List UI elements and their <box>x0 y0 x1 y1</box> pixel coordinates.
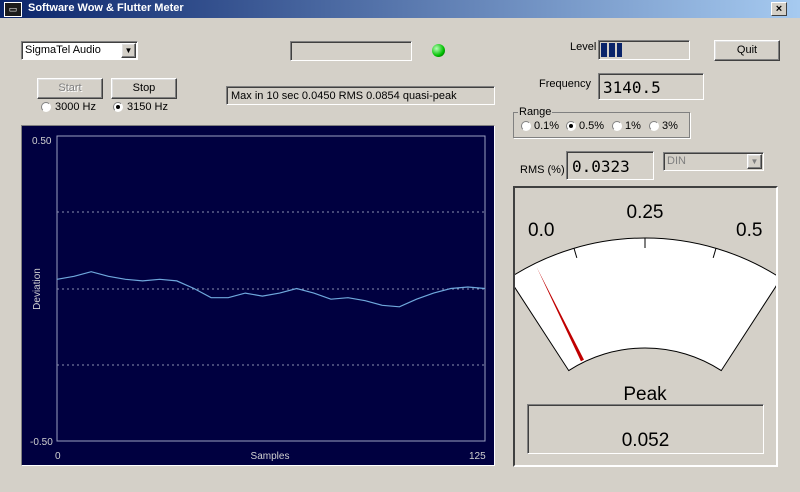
signal-indicator-icon <box>432 44 445 57</box>
y-tick-top: 0.50 <box>32 136 52 147</box>
radio-3150hz[interactable] <box>113 102 123 112</box>
status-text: Max in 10 sec 0.0450 RMS 0.0854 quasi-pe… <box>231 90 457 102</box>
close-button[interactable]: × <box>771 2 787 16</box>
rms-label: RMS (%) <box>520 164 565 176</box>
range-label: Range <box>518 106 553 118</box>
x-tick-right: 125 <box>469 451 486 462</box>
rms-value: 0.0323 <box>572 157 630 176</box>
level-meter-fill <box>601 43 622 57</box>
window-title: Software Wow & Flutter Meter <box>28 2 184 14</box>
y-tick-bottom: -0.50 <box>30 437 53 448</box>
radio-range-3-label: 3% <box>662 120 678 132</box>
peak-value: 0.052 <box>621 430 670 451</box>
frequency-value: 3140.5 <box>603 78 661 97</box>
level-label: Level <box>570 41 597 53</box>
meter-scale-label-max: 0.5 <box>736 220 762 241</box>
deviation-plot: 0.50 -0.50 0 125 Samples Deviation <box>21 125 495 466</box>
frequency-label: Frequency <box>539 78 591 90</box>
rms-display: 0.0323 <box>566 151 654 180</box>
radio-range-0-1[interactable] <box>521 121 531 131</box>
frequency-display: 3140.5 <box>598 73 704 100</box>
radio-3000hz-label: 3000 Hz <box>55 101 96 113</box>
radio-range-1[interactable] <box>612 121 622 131</box>
x-axis-label: Samples <box>251 451 290 462</box>
app-window-icon[interactable]: ▭ <box>4 2 22 17</box>
weighting-select[interactable]: DIN ▼ <box>663 152 764 171</box>
radio-range-3[interactable] <box>649 121 659 131</box>
device-select[interactable]: SigmaTel Audio ▼ <box>21 41 138 60</box>
chevron-down-icon[interactable]: ▼ <box>121 43 136 58</box>
meter-scale-label-min: 0.0 <box>528 220 554 241</box>
peak-meter-panel: 0.0 0.25 0.5 Peak 0.052 <box>513 186 778 467</box>
status-field: Max in 10 sec 0.0450 RMS 0.0854 quasi-pe… <box>226 86 495 105</box>
radio-range-0-1-label: 0.1% <box>534 120 560 132</box>
stop-button[interactable]: Stop <box>111 78 177 99</box>
progress-box <box>290 41 412 61</box>
start-button[interactable]: Start <box>37 78 103 99</box>
radio-range-0-5-label: 0.5% <box>579 120 605 132</box>
device-select-value: SigmaTel Audio <box>25 44 101 56</box>
radio-3150hz-label: 3150 Hz <box>127 101 168 113</box>
y-axis-label: Deviation <box>32 268 43 310</box>
meter-scale-label-mid: 0.25 <box>627 202 664 223</box>
meter-label: Peak <box>623 384 667 405</box>
deviation-plot-svg: 0.50 -0.50 0 125 Samples Deviation <box>22 126 494 465</box>
peak-value-box: 0.052 <box>527 404 764 454</box>
radio-range-1-label: 1% <box>625 120 641 132</box>
x-tick-left: 0 <box>55 451 61 462</box>
radio-range-0-5[interactable] <box>566 121 576 131</box>
weighting-select-value: DIN <box>667 155 686 167</box>
title-bar: ▭ Software Wow & Flutter Meter × <box>0 0 800 18</box>
level-meter <box>598 40 690 60</box>
radio-3000hz[interactable] <box>41 102 51 112</box>
quit-button[interactable]: Quit <box>714 40 780 61</box>
chevron-down-icon[interactable]: ▼ <box>747 154 762 169</box>
